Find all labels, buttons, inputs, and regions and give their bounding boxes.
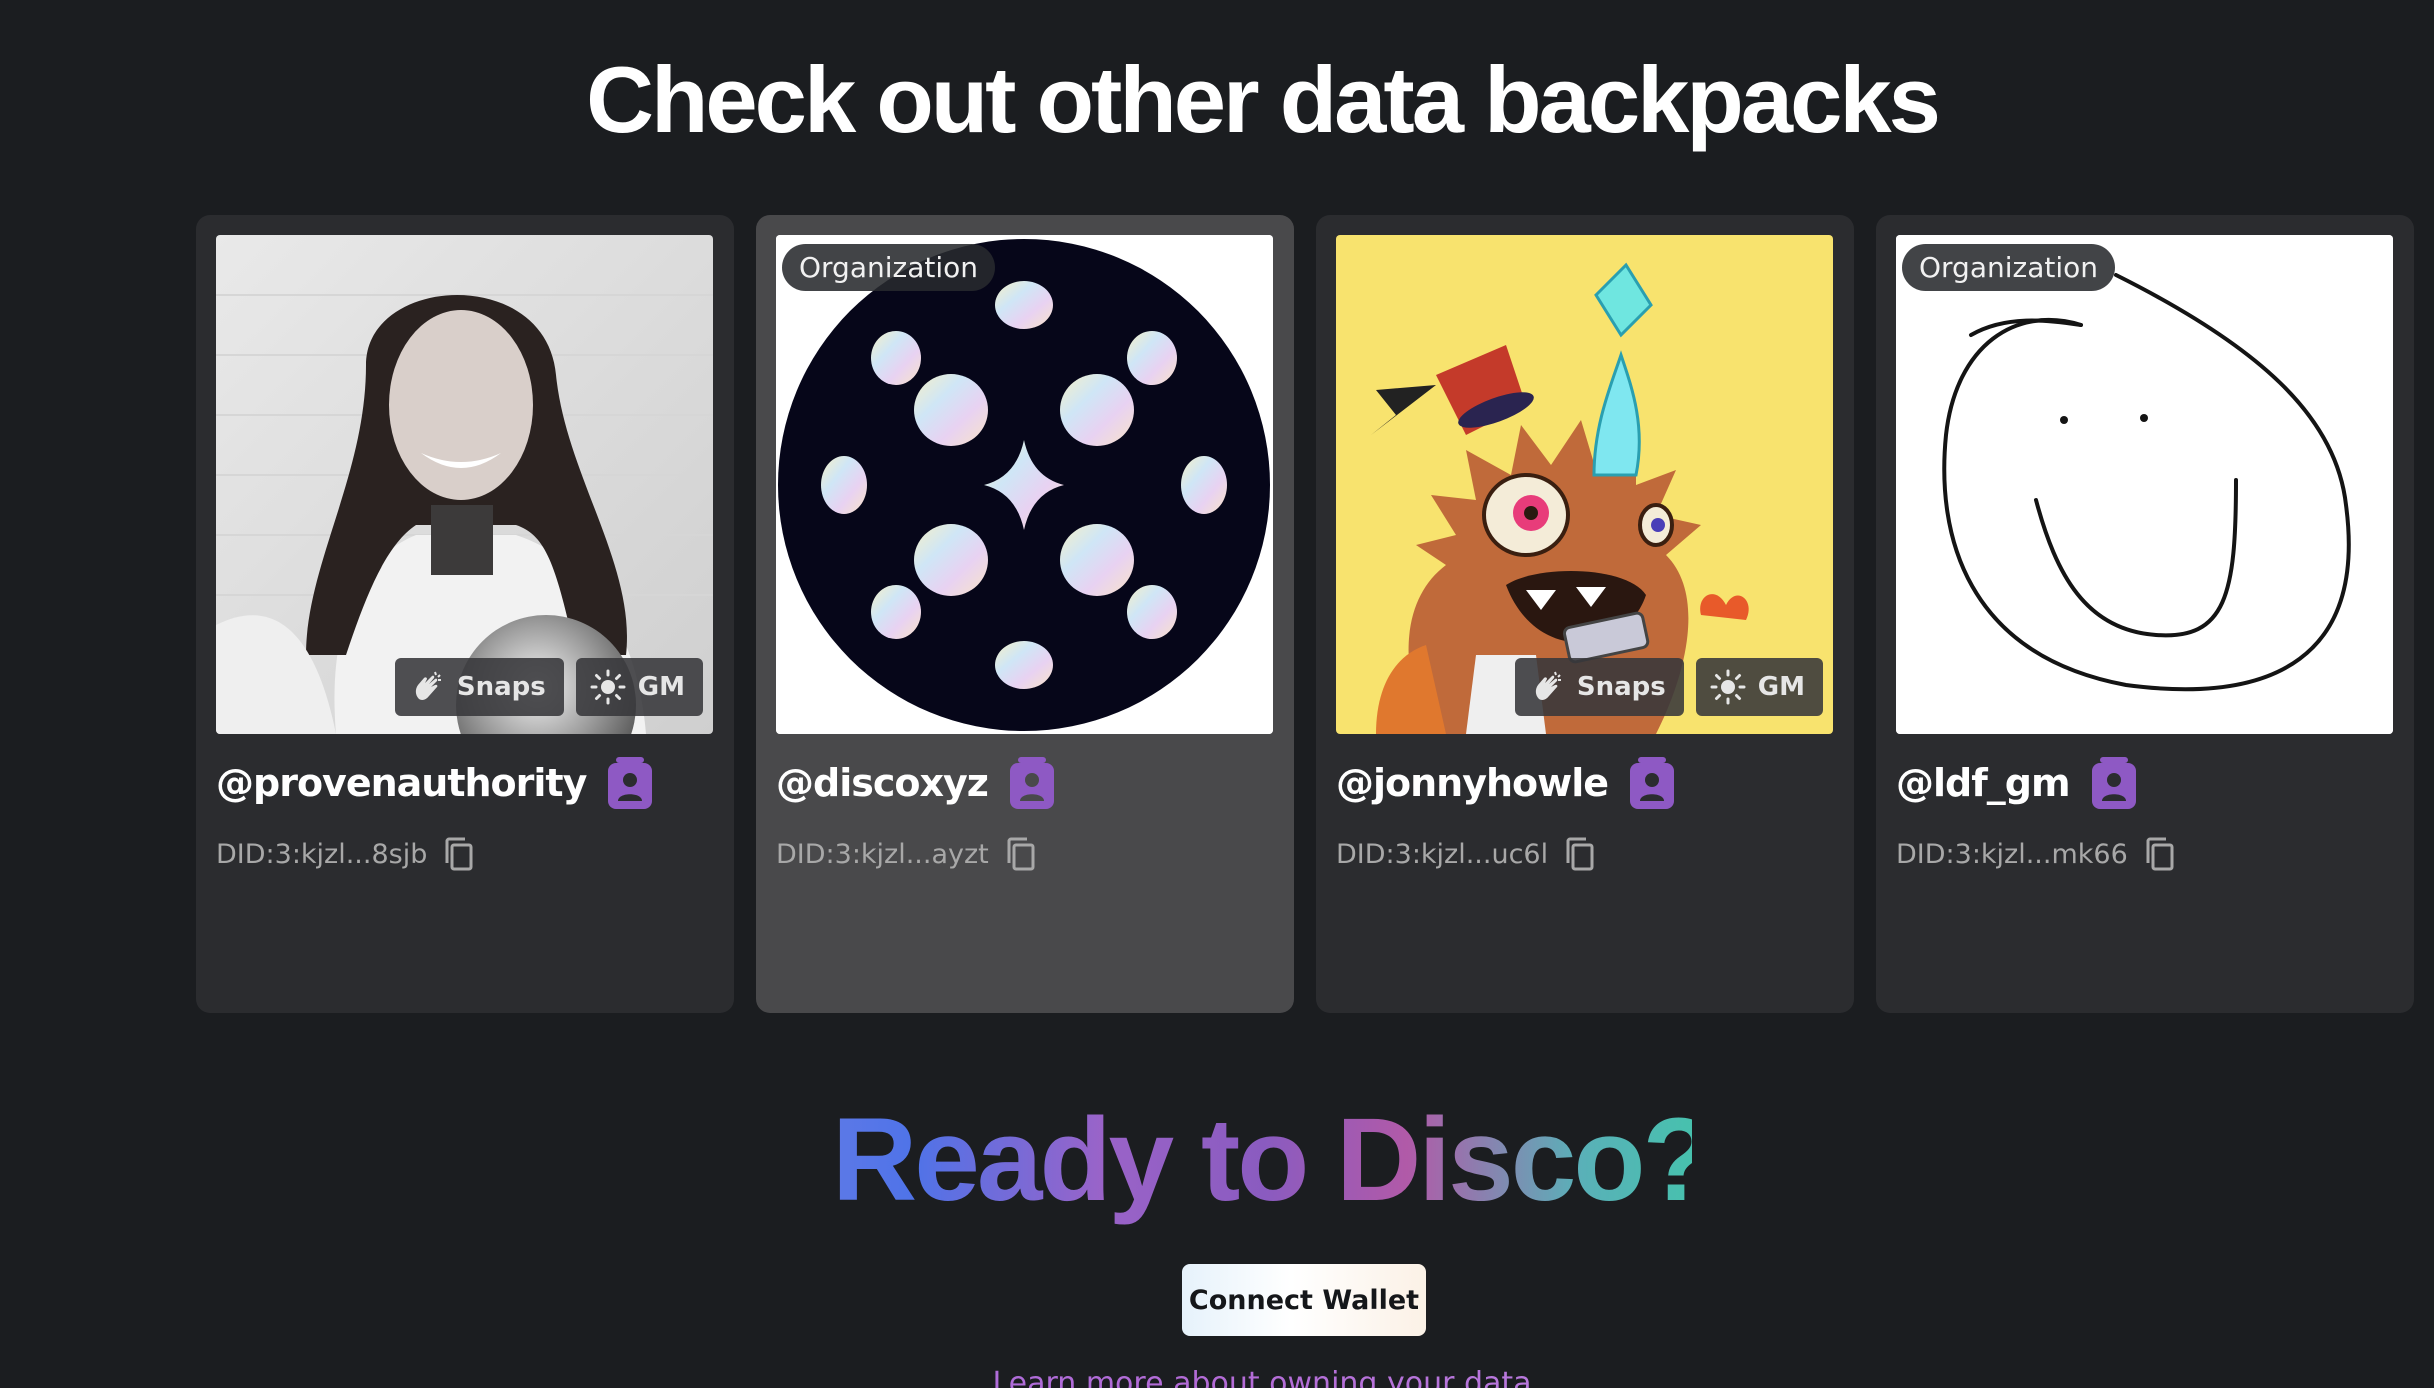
profile-handle[interactable]: @discoxyz [776,761,989,805]
snaps-chip[interactable]: Snaps [394,658,564,716]
did-text: DID:3:kjzl...8sjb [216,838,428,870]
gm-chip[interactable]: GM [1695,658,1823,716]
did-text: DID:3:kjzl...mk66 [1896,838,2128,870]
disco-logo [776,235,1273,734]
profile-image[interactable]: Snaps GM [216,235,713,734]
learn-more-link[interactable]: Learn more about owning your data [0,1366,2434,1388]
chip-label: Snaps [1576,672,1666,702]
organization-tag: Organization [782,244,996,291]
page: Check out other data backpacks Snaps GM … [0,0,2434,1388]
chip-label: Snaps [456,672,546,702]
profile-image[interactable]: Organization [776,235,1273,734]
profile-handle[interactable]: @provenauthority [216,761,587,805]
copy-icon[interactable] [2144,837,2176,871]
badge-chips: Snaps GM [394,658,703,716]
copy-icon[interactable] [443,837,475,871]
snaps-chip[interactable]: Snaps [1514,658,1684,716]
cta-title: Ready to Disco? [742,1090,1715,1230]
did-text: DID:3:kjzl...ayzt [776,838,989,870]
profile-handle[interactable]: @ldf_gm [1896,761,2071,805]
profile-card-ldf-gm[interactable]: Organization @ldf_gm DID:3:kjzl...mk66 [1876,215,2414,1013]
badge-chips: Snaps GM [1514,658,1823,716]
profile-badge-icon [1630,757,1675,809]
profile-image[interactable]: Organization [1896,235,2393,734]
profile-card-provenauthority[interactable]: Snaps GM @provenauthority DID:3:kjzl...8… [196,215,734,1013]
profile-image[interactable]: Snaps GM [1336,235,1833,734]
profile-card-jonnyhowle[interactable]: Snaps GM @jonnyhowle DID:3:kjzl...uc6l [1316,215,1854,1013]
copy-icon[interactable] [1564,837,1596,871]
smiley-drawing [1896,235,2393,734]
chip-label: GM [1757,672,1805,702]
clap-icon [415,671,441,700]
profile-badge-icon [608,757,653,809]
organization-tag: Organization [1902,244,2116,291]
profile-badge-icon [1009,757,1054,809]
gm-chip[interactable]: GM [575,658,703,716]
profile-card-discoxyz[interactable]: Organization @discoxyz DID:3:kjzl...ayzt [756,215,1294,1013]
copy-icon[interactable] [1005,837,1037,871]
clap-icon [1535,671,1561,700]
sun-icon [590,669,626,705]
section-heading: Check out other data backpacks [586,47,1941,152]
sun-icon [1710,669,1746,705]
profile-handle[interactable]: @jonnyhowle [1336,761,1609,805]
chip-label: GM [637,672,685,702]
did-text: DID:3:kjzl...uc6l [1336,838,1549,870]
connect-wallet-button[interactable]: Connect Wallet [1182,1264,1426,1336]
profile-badge-icon [2091,757,2136,809]
